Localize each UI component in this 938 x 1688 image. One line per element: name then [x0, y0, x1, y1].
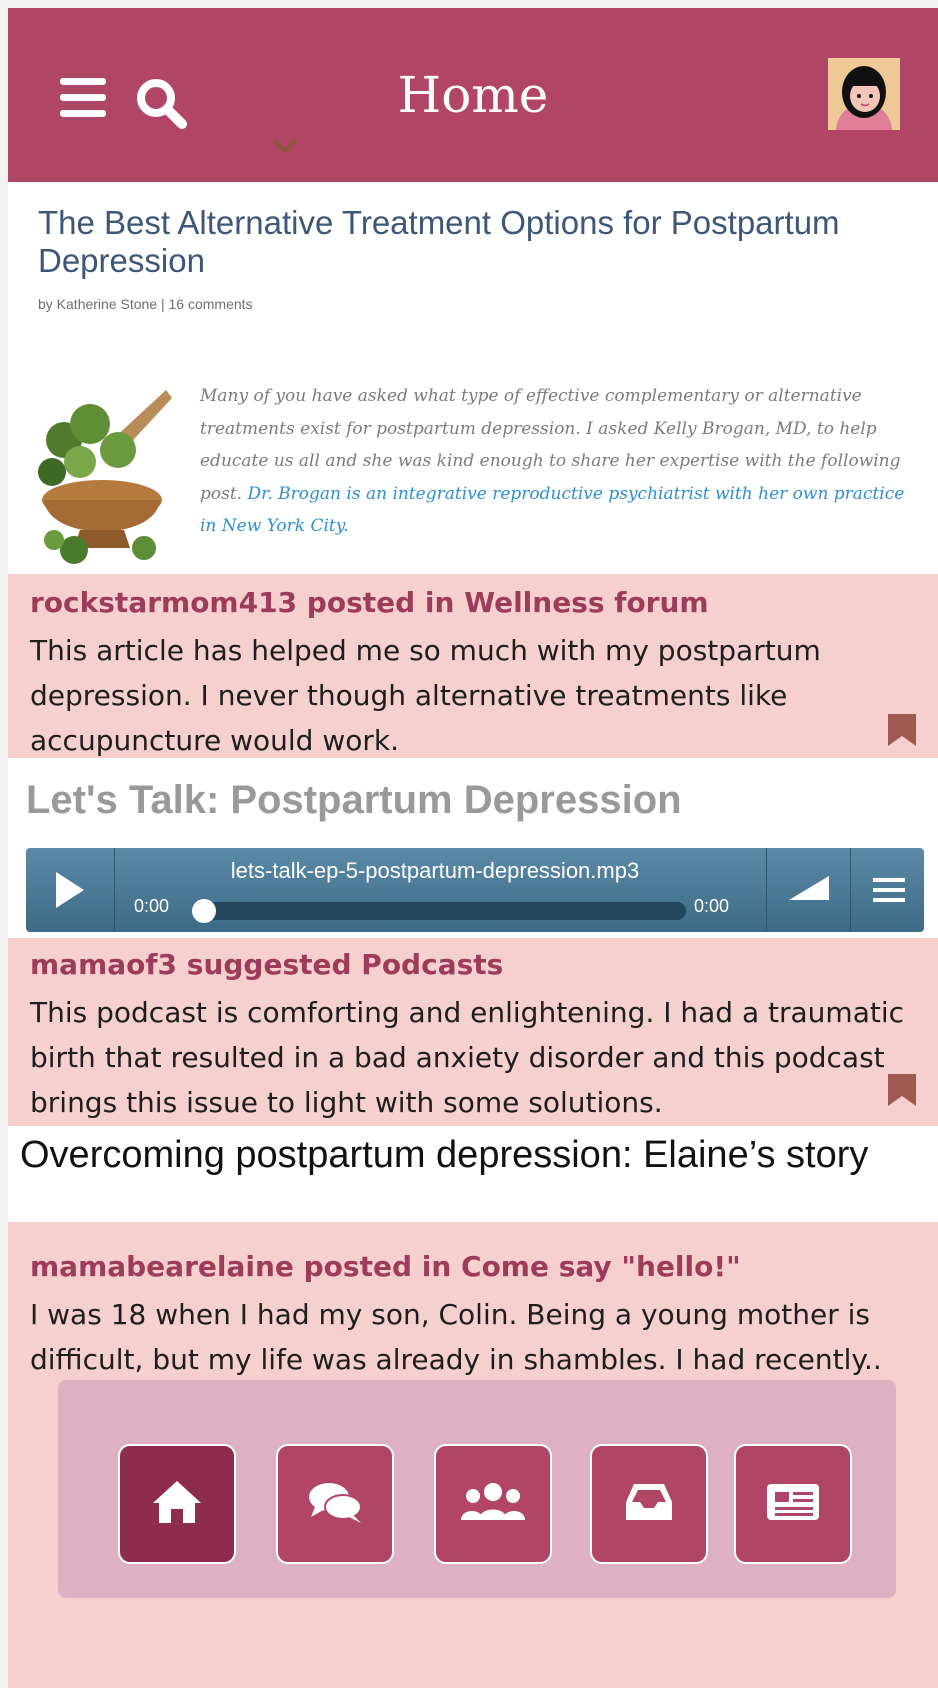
podcast-card: Let's Talk: Postpartum Depression lets-t… [8, 758, 938, 938]
current-time: 0:00 [134, 896, 170, 916]
excerpt-link[interactable]: Dr. Brogan is an integrative reproductiv… [200, 484, 904, 537]
nav-community-button[interactable] [434, 1444, 552, 1564]
post-header[interactable]: mamabearelaine posted in Come say "hello… [30, 1250, 741, 1283]
post-body: This article has helped me so much with … [30, 634, 821, 757]
news-icon [763, 1480, 823, 1528]
post-body: I was 18 when I had my son, Colin. Being… [30, 1298, 882, 1376]
page-title: Home [397, 66, 549, 124]
chat-icon [305, 1477, 365, 1531]
top-bar: Home [8, 8, 938, 182]
story-card[interactable]: Overcoming postpartum depression: Elaine… [8, 1126, 938, 1222]
post-header[interactable]: mamaof3 suggested Podcasts [30, 948, 503, 981]
volume-icon[interactable] [766, 848, 851, 932]
bookmark-icon[interactable] [888, 1074, 916, 1106]
article-excerpt: Many of you have asked what type of effe… [200, 380, 922, 543]
featured-article[interactable]: The Best Alternative Treatment Options f… [8, 182, 938, 574]
app: Home The Best Alternative Treatment Opti… [8, 8, 938, 1688]
post-body: This podcast is comforting and enlighten… [30, 996, 905, 1119]
nav-home-button[interactable] [118, 1444, 236, 1564]
story-title[interactable]: Overcoming postpartum depression: Elaine… [20, 1134, 932, 1176]
progress-track[interactable] [198, 902, 686, 920]
post-header[interactable]: rockstarmom413 posted in Wellness forum [30, 586, 709, 619]
bookmark-icon[interactable] [888, 714, 916, 746]
nav-news-button[interactable] [734, 1444, 852, 1564]
nav-inbox-button[interactable] [590, 1444, 708, 1564]
chevron-down-icon[interactable] [270, 134, 300, 158]
home-icon [149, 1477, 205, 1531]
nav-chat-button[interactable] [276, 1444, 394, 1564]
inbox-icon [620, 1480, 678, 1528]
play-button[interactable] [26, 848, 115, 932]
podcast-title[interactable]: Let's Talk: Postpartum Depression [26, 778, 682, 823]
article-byline: by Katherine Stone | 16 comments [38, 296, 253, 312]
herb-mortar-image [34, 380, 184, 564]
progress-thumb[interactable] [192, 899, 216, 923]
playlist-menu-icon[interactable] [850, 848, 925, 932]
community-icon [461, 1480, 525, 1528]
audio-player: lets-talk-ep-5-postpartum-depression.mp3… [26, 848, 924, 932]
user-avatar[interactable] [828, 58, 900, 130]
article-title[interactable]: The Best Alternative Treatment Options f… [38, 204, 908, 280]
bottom-nav [58, 1380, 896, 1598]
audio-filename: lets-talk-ep-5-postpartum-depression.mp3 [230, 858, 640, 883]
duration: 0:00 [694, 896, 730, 916]
